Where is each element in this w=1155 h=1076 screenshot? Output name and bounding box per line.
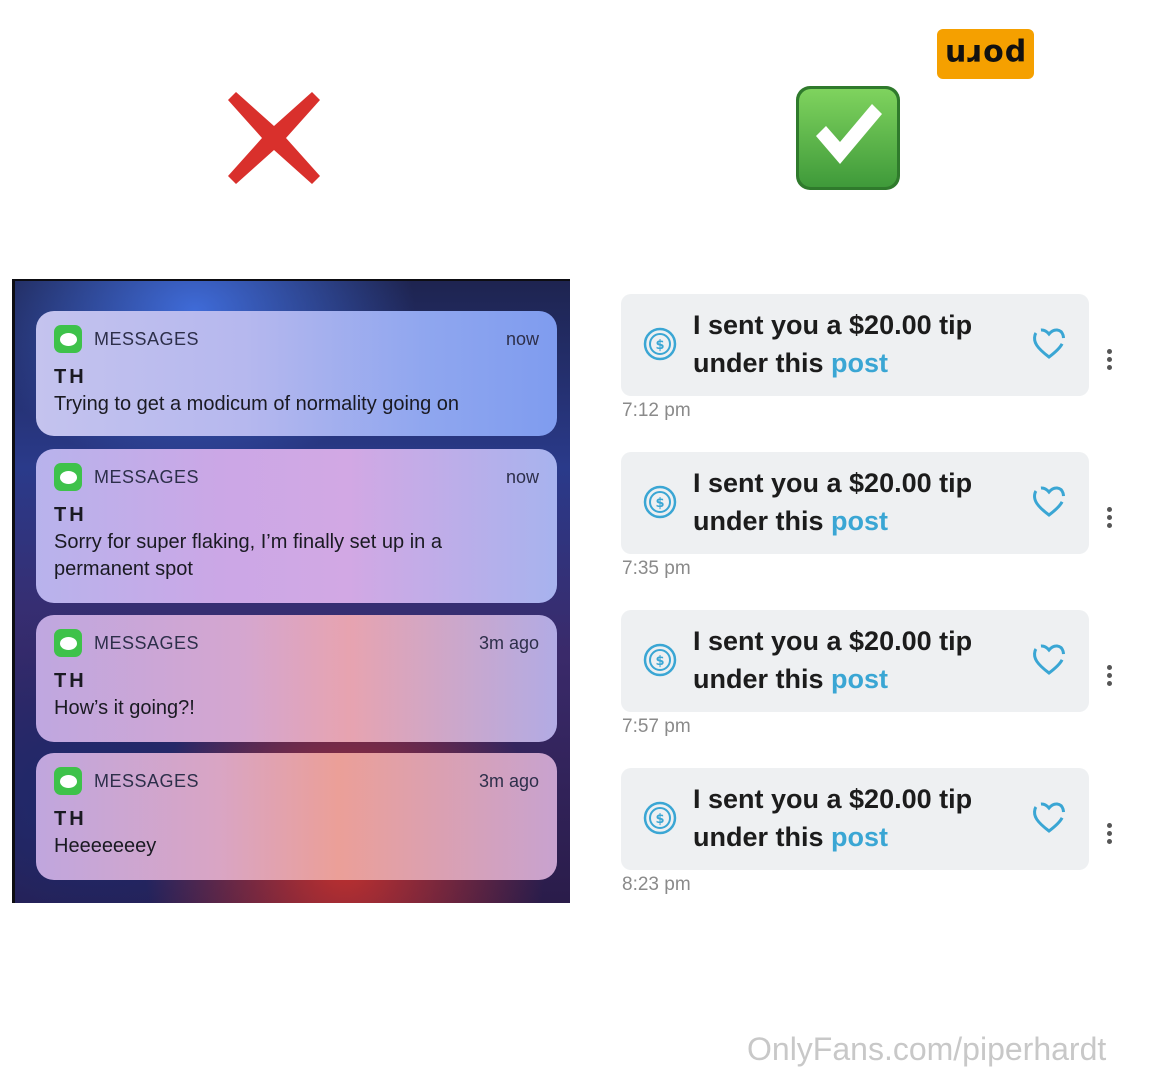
notification-body: How’s it going?! bbox=[54, 697, 195, 719]
dollar-coin-icon: $ bbox=[643, 643, 677, 677]
notification-card[interactable]: MESSAGES 3m ago TH How’s it going?! bbox=[36, 615, 557, 742]
tip-message-line: under this bbox=[693, 506, 824, 536]
svg-text:$: $ bbox=[655, 338, 664, 353]
notification-sender: TH bbox=[54, 366, 87, 388]
phone-notifications-screenshot: MESSAGES now TH Trying to get a modicum … bbox=[12, 279, 570, 903]
notification-sender: TH bbox=[54, 670, 87, 692]
dollar-coin-icon: $ bbox=[643, 485, 677, 519]
tip-message-line: under this bbox=[693, 822, 824, 852]
tip-timestamp: 7:35 pm bbox=[622, 558, 691, 579]
notification-body: Trying to get a modicum of normality goi… bbox=[54, 393, 460, 415]
notification-card[interactable]: MESSAGES now TH Sorry for super flaking,… bbox=[36, 449, 557, 603]
watermark-badge: porn bbox=[937, 29, 1034, 79]
svg-text:$: $ bbox=[655, 496, 664, 511]
tip-message-card[interactable]: $ I sent you a $20.00 tip under this pos… bbox=[621, 610, 1089, 712]
tip-timestamp: 7:12 pm bbox=[622, 400, 691, 421]
heart-icon[interactable] bbox=[1029, 324, 1069, 362]
notification-time: 3m ago bbox=[478, 632, 539, 653]
notification-sender: TH bbox=[54, 808, 87, 830]
notification-body: Heeeeeeey bbox=[54, 835, 157, 857]
footer-watermark: OnlyFans.com/piperhardt bbox=[747, 1031, 1107, 1067]
messages-app-icon bbox=[54, 629, 82, 657]
kebab-menu-icon[interactable] bbox=[1103, 665, 1115, 689]
notification-sender: TH bbox=[54, 504, 87, 526]
kebab-menu-icon[interactable] bbox=[1103, 507, 1115, 531]
heart-icon[interactable] bbox=[1029, 798, 1069, 836]
tip-message-line: I sent you a $20.00 tip bbox=[693, 310, 973, 340]
green-check-icon bbox=[796, 86, 900, 190]
notification-time: 3m ago bbox=[478, 770, 539, 791]
post-link[interactable]: post bbox=[831, 348, 888, 378]
tip-timestamp: 7:57 pm bbox=[622, 716, 691, 737]
messages-app-icon bbox=[54, 463, 82, 491]
dollar-coin-icon: $ bbox=[643, 801, 677, 835]
tip-message-card[interactable]: $ I sent you a $20.00 tip under this pos… bbox=[621, 452, 1089, 554]
tip-message-line: I sent you a $20.00 tip bbox=[693, 784, 973, 814]
svg-text:$: $ bbox=[655, 654, 664, 669]
tip-timestamp: 8:23 pm bbox=[622, 874, 691, 895]
tip-message-line: I sent you a $20.00 tip bbox=[693, 626, 973, 656]
post-link[interactable]: post bbox=[831, 822, 888, 852]
messages-app-icon bbox=[54, 767, 82, 795]
messages-app-icon bbox=[54, 325, 82, 353]
watermark-text: porn bbox=[944, 36, 1027, 72]
notification-card[interactable]: MESSAGES 3m ago TH Heeeeeeey bbox=[36, 753, 557, 880]
notification-app-name: MESSAGES bbox=[94, 770, 200, 791]
notification-card[interactable]: MESSAGES now TH Trying to get a modicum … bbox=[36, 311, 557, 436]
tip-message-line: I sent you a $20.00 tip bbox=[693, 468, 973, 498]
svg-text:$: $ bbox=[655, 812, 664, 827]
heart-icon[interactable] bbox=[1029, 482, 1069, 520]
notification-app-name: MESSAGES bbox=[94, 328, 200, 349]
dollar-coin-icon: $ bbox=[643, 327, 677, 361]
tip-message-line: under this bbox=[693, 664, 824, 694]
kebab-menu-icon[interactable] bbox=[1103, 349, 1115, 373]
notification-body: Sorry for super flaking, I’m finally set… bbox=[54, 531, 442, 580]
notification-time: now bbox=[505, 328, 539, 349]
kebab-menu-icon[interactable] bbox=[1103, 823, 1115, 847]
notification-app-name: MESSAGES bbox=[94, 466, 200, 487]
tip-message-card[interactable]: $ I sent you a $20.00 tip under this pos… bbox=[621, 294, 1089, 396]
post-link[interactable]: post bbox=[831, 506, 888, 536]
notification-time: now bbox=[505, 466, 539, 487]
heart-icon[interactable] bbox=[1029, 640, 1069, 678]
notification-app-name: MESSAGES bbox=[94, 632, 200, 653]
tip-message-line: under this bbox=[693, 348, 824, 378]
red-x-icon bbox=[228, 92, 320, 184]
post-link[interactable]: post bbox=[831, 664, 888, 694]
tip-message-card[interactable]: $ I sent you a $20.00 tip under this pos… bbox=[621, 768, 1089, 870]
